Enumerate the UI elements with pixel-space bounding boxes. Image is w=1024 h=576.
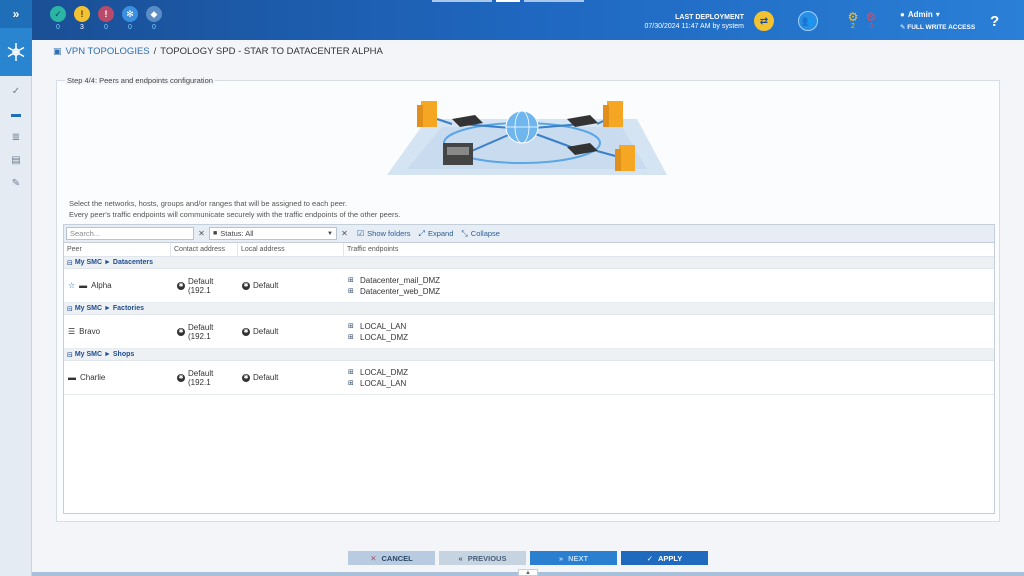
group-header[interactable]: ⊟ My SMC ► Shops — [64, 349, 994, 361]
check-icon: ✓ — [646, 553, 653, 563]
grid-toolbar: Search... ✕ ■ Status: All ▼ ✕ ☑ Show fold… — [64, 225, 994, 243]
breadcrumb: ▣ VPN TOPOLOGIES / TOPOLOGY SPD - STAR T… — [53, 46, 383, 57]
logs-nav-icon[interactable]: ▤ — [0, 149, 32, 172]
network-icon: ⊞ — [348, 368, 354, 376]
deploy-icon[interactable]: ⇄ — [754, 11, 774, 31]
warning-icon: ! — [74, 6, 90, 22]
checkbox-icon: ☑ — [357, 229, 365, 238]
collapse-toggle-icon[interactable]: ⊟ — [67, 259, 73, 267]
expand-button[interactable]: ⤢ Expand — [419, 229, 454, 239]
chevron-down-icon: ▼ — [327, 230, 333, 237]
grid-header: Peer Contact address Local address Traff… — [64, 243, 994, 257]
default-icon: ✱ — [242, 327, 250, 336]
expand-sidebar-icon[interactable]: » — [0, 0, 32, 28]
vpn-nav-icon[interactable]: ▬ — [0, 103, 32, 126]
top-header: ✓ 0 ! 3 ! 0 ✻ 0 ◆ 0 LAST DEPLOYMENT 07/3… — [32, 0, 1024, 40]
network-icon: ⊞ — [348, 276, 354, 284]
show-folders-toggle[interactable]: ☑ Show folders — [357, 229, 411, 238]
gear-indicators[interactable]: ⚙ 2 ⚙ 0 — [846, 11, 878, 30]
default-icon: ✱ — [177, 281, 185, 290]
chevron-left-icon: « — [458, 553, 463, 563]
collapse-icon: ⤡ — [461, 228, 468, 238]
status-box[interactable]: ◆ 0 — [146, 6, 162, 31]
status-settings[interactable]: ✻ 0 — [122, 6, 138, 31]
search-input[interactable]: Search... — [66, 227, 194, 240]
settings-icon: ✻ — [122, 6, 138, 22]
user-icon: ● — [900, 10, 905, 19]
gear-alert-icon: ⚙ — [865, 10, 877, 24]
top-tab-indicators — [432, 0, 584, 2]
box-icon: ◆ — [146, 6, 162, 22]
network-icon: ⊞ — [348, 379, 354, 387]
previous-button[interactable]: «PREVIOUS — [439, 551, 526, 565]
collapse-toggle-icon[interactable]: ⊟ — [67, 305, 73, 313]
col-local[interactable]: Local address — [238, 243, 344, 256]
user-menu[interactable]: ● Admin ▾ ✎ FULL WRITE ACCESS — [900, 10, 975, 31]
cancel-button[interactable]: ✕ CANCEL — [348, 551, 435, 565]
status-indicators: ✓ 0 ! 3 ! 0 ✻ 0 ◆ 0 — [50, 6, 162, 31]
vpn-topology-icon: ▣ — [53, 46, 62, 56]
last-deployment: LAST DEPLOYMENT 07/30/2024 11:47 AM by s… — [644, 14, 745, 30]
collapse-toggle-icon[interactable]: ⊟ — [67, 351, 73, 359]
table-row[interactable]: ☆ ▬ Alpha ✱ Default (192.1 ✱ Default ⊞ Datace… — [64, 269, 994, 303]
peers-config-panel: Step 4/4: Peers and endpoints configurat… — [56, 76, 1000, 522]
clear-search-icon[interactable]: ✕ — [197, 227, 206, 240]
default-icon: ✱ — [242, 373, 250, 382]
breadcrumb-current: TOPOLOGY SPD - STAR TO DATACENTER ALPHA — [160, 46, 383, 57]
database-nav-icon[interactable]: ≣ — [0, 126, 32, 149]
gear-icon: ⚙ — [847, 10, 859, 24]
default-icon: ✱ — [177, 327, 185, 336]
status-warning[interactable]: ! 3 — [74, 6, 90, 31]
help-icon[interactable]: ? — [990, 13, 999, 30]
topology-illustration — [387, 101, 667, 175]
wizard-buttons: ✕ CANCEL «PREVIOUS » NEXT ✓ APPLY — [348, 551, 708, 565]
status-filter-select[interactable]: ■ Status: All ▼ — [209, 227, 337, 240]
col-peer[interactable]: Peer — [64, 243, 171, 256]
default-icon: ✱ — [177, 373, 185, 382]
default-icon: ✱ — [242, 281, 250, 290]
users-icon[interactable]: 👥 — [798, 11, 818, 31]
clear-status-icon[interactable]: ✕ — [340, 227, 349, 240]
next-button[interactable]: » NEXT — [530, 551, 617, 565]
group-header[interactable]: ⊟ My SMC ► Factories — [64, 303, 994, 315]
status-nav-icon[interactable]: ✓ — [0, 80, 32, 103]
expand-icon: ⤢ — [418, 228, 425, 238]
chevron-right-icon: » — [558, 553, 564, 563]
gateway-icon: ▬ — [79, 281, 88, 290]
error-icon: ! — [98, 6, 114, 22]
network-icon: ⊞ — [348, 287, 354, 295]
col-endpoints[interactable]: Traffic endpoints — [344, 243, 994, 256]
status-error[interactable]: ! 0 — [98, 6, 114, 31]
chevron-down-icon: ▾ — [935, 10, 940, 19]
network-icon: ⊞ — [348, 322, 354, 330]
collapse-button[interactable]: ⤡ Collapse — [461, 229, 500, 239]
left-sidebar: » ✓ ▬ ≣ ▤ ✎ — [0, 0, 32, 576]
close-icon: ✕ — [370, 553, 377, 563]
network-icon: ⊞ — [348, 333, 354, 341]
breadcrumb-parent-link[interactable]: VPN TOPOLOGIES — [66, 46, 150, 57]
check-circle-icon: ✓ — [50, 6, 66, 22]
chevron-up-icon[interactable]: ▲ — [518, 569, 538, 576]
edit-icon: ✎ — [900, 24, 906, 31]
filter-icon: ■ — [213, 230, 218, 237]
tools-nav-icon[interactable]: ✎ — [0, 172, 32, 195]
star-icon[interactable]: ☆ — [68, 281, 75, 290]
gateway-icon: ▬ — [68, 373, 76, 382]
app-logo — [0, 28, 32, 76]
group-header[interactable]: ⊟ My SMC ► Datacenters — [64, 257, 994, 269]
cluster-icon: ☰ — [68, 327, 76, 336]
table-row[interactable]: ▬ Charlie ✱ Default (192.1 ✱ Default ⊞ LOCAL… — [64, 361, 994, 395]
table-row[interactable]: ☰ Bravo ✱ Default (192.1 ✱ Default ⊞ LOCAL_L… — [64, 315, 994, 349]
status-ok[interactable]: ✓ 0 — [50, 6, 66, 31]
apply-button[interactable]: ✓ APPLY — [621, 551, 708, 565]
panel-title: Step 4/4: Peers and endpoints configurat… — [65, 76, 215, 85]
col-contact[interactable]: Contact address — [171, 243, 238, 256]
instructions: Select the networks, hosts, groups and/o… — [69, 199, 401, 219]
peers-grid: Search... ✕ ■ Status: All ▼ ✕ ☑ Show fold… — [63, 224, 995, 514]
